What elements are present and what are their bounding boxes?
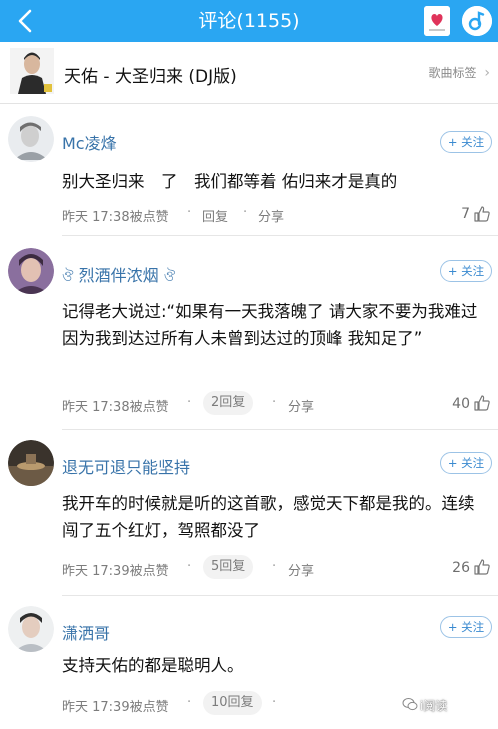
music-note-icon[interactable]	[462, 6, 492, 36]
decorative-swirl-icon: ঔ	[163, 269, 176, 285]
reply-button[interactable]: 2回复	[203, 391, 254, 415]
separator-dot: ·	[187, 559, 192, 574]
comment-time: 昨天 17:39被点赞	[62, 564, 169, 579]
separator-dot: ·	[187, 395, 192, 410]
comment-content: 别大圣归来 了 我们都等着 佑归来才是真的	[62, 172, 398, 191]
avatar[interactable]	[8, 116, 54, 162]
like-count: 40	[452, 396, 470, 412]
reply-button[interactable]: 10回复	[203, 691, 262, 715]
separator-dot: ·	[272, 559, 277, 574]
separator-dot: ·	[187, 205, 192, 220]
separator-dot: ·	[243, 205, 248, 220]
separator-dot: ·	[272, 695, 277, 710]
follow-button[interactable]: + 关注	[440, 260, 492, 282]
watermark-text: i阅读	[420, 699, 448, 713]
share-button[interactable]: 分享	[258, 206, 284, 225]
comment-content: 支持天佑的都是聪明人。	[62, 656, 244, 675]
avatar[interactable]	[8, 440, 54, 486]
separator-dot: ·	[272, 395, 277, 410]
reply-button[interactable]: 回复	[202, 206, 228, 225]
top-navbar: 评论(1155)	[0, 0, 498, 42]
wechat-watermark-icon	[402, 698, 418, 711]
decorative-swirl-icon: ঔ	[62, 269, 74, 285]
comment-username[interactable]: 退无可退只能坚持	[62, 454, 190, 478]
avatar[interactable]	[8, 248, 54, 294]
avatar[interactable]	[8, 606, 54, 652]
thumbs-up-icon[interactable]	[473, 558, 491, 576]
song-cover-image	[10, 48, 54, 94]
song-tag-label: 歌曲标签	[428, 66, 477, 80]
like-count: 26	[452, 560, 470, 576]
song-info-row[interactable]: 天佑 - 大圣归来 (DJ版) 歌曲标签 ›	[0, 42, 498, 104]
comment-item: 退无可退只能坚持 + 关注 我开车的时候就是听的这首歌，感觉天下都是我的。连续闯…	[0, 430, 498, 596]
share-button[interactable]: 分享	[288, 560, 314, 579]
thumbs-up-icon[interactable]	[473, 394, 491, 412]
follow-button[interactable]: + 关注	[440, 616, 492, 638]
comment-item: ঔ 烈酒伴浓烟 ঔ + 关注 记得老大说过:“如果有一天我落魄了 请大家不要为我…	[0, 236, 498, 430]
comment-item: Mc凌烽 + 关注 别大圣归来 了 我们都等着 佑归来才是真的 昨天 17:38…	[0, 104, 498, 236]
music-card-icon[interactable]	[424, 6, 450, 36]
follow-button[interactable]: + 关注	[440, 131, 492, 153]
comment-username[interactable]: 潇洒哥	[62, 620, 110, 644]
comment-username[interactable]: Mc凌烽	[62, 130, 117, 154]
comment-time: 昨天 17:39被点赞	[62, 700, 169, 715]
comment-content: 记得老大说过:“如果有一天我落魄了 请大家不要为我难过 因为我到达过所有人未曾到…	[62, 302, 478, 348]
comment-content: 我开车的时候就是听的这首歌，感觉天下都是我的。连续闯了五个红灯，驾照都没了	[62, 494, 475, 540]
like-count: 7	[461, 206, 470, 222]
comment-time: 昨天 17:38被点赞	[62, 210, 169, 225]
comment-time: 昨天 17:38被点赞	[62, 400, 169, 415]
reply-button[interactable]: 5回复	[203, 555, 254, 579]
share-button[interactable]: 分享	[288, 396, 314, 415]
follow-button[interactable]: + 关注	[440, 452, 492, 474]
song-title: 天佑 - 大圣归来 (DJ版)	[64, 67, 237, 87]
comment-username[interactable]: ঔ 烈酒伴浓烟 ঔ	[62, 262, 175, 289]
song-tag-link[interactable]: 歌曲标签 ›	[429, 64, 490, 81]
separator-dot: ·	[187, 695, 192, 710]
chevron-right-icon: ›	[484, 65, 490, 81]
thumbs-up-icon[interactable]	[473, 205, 491, 223]
